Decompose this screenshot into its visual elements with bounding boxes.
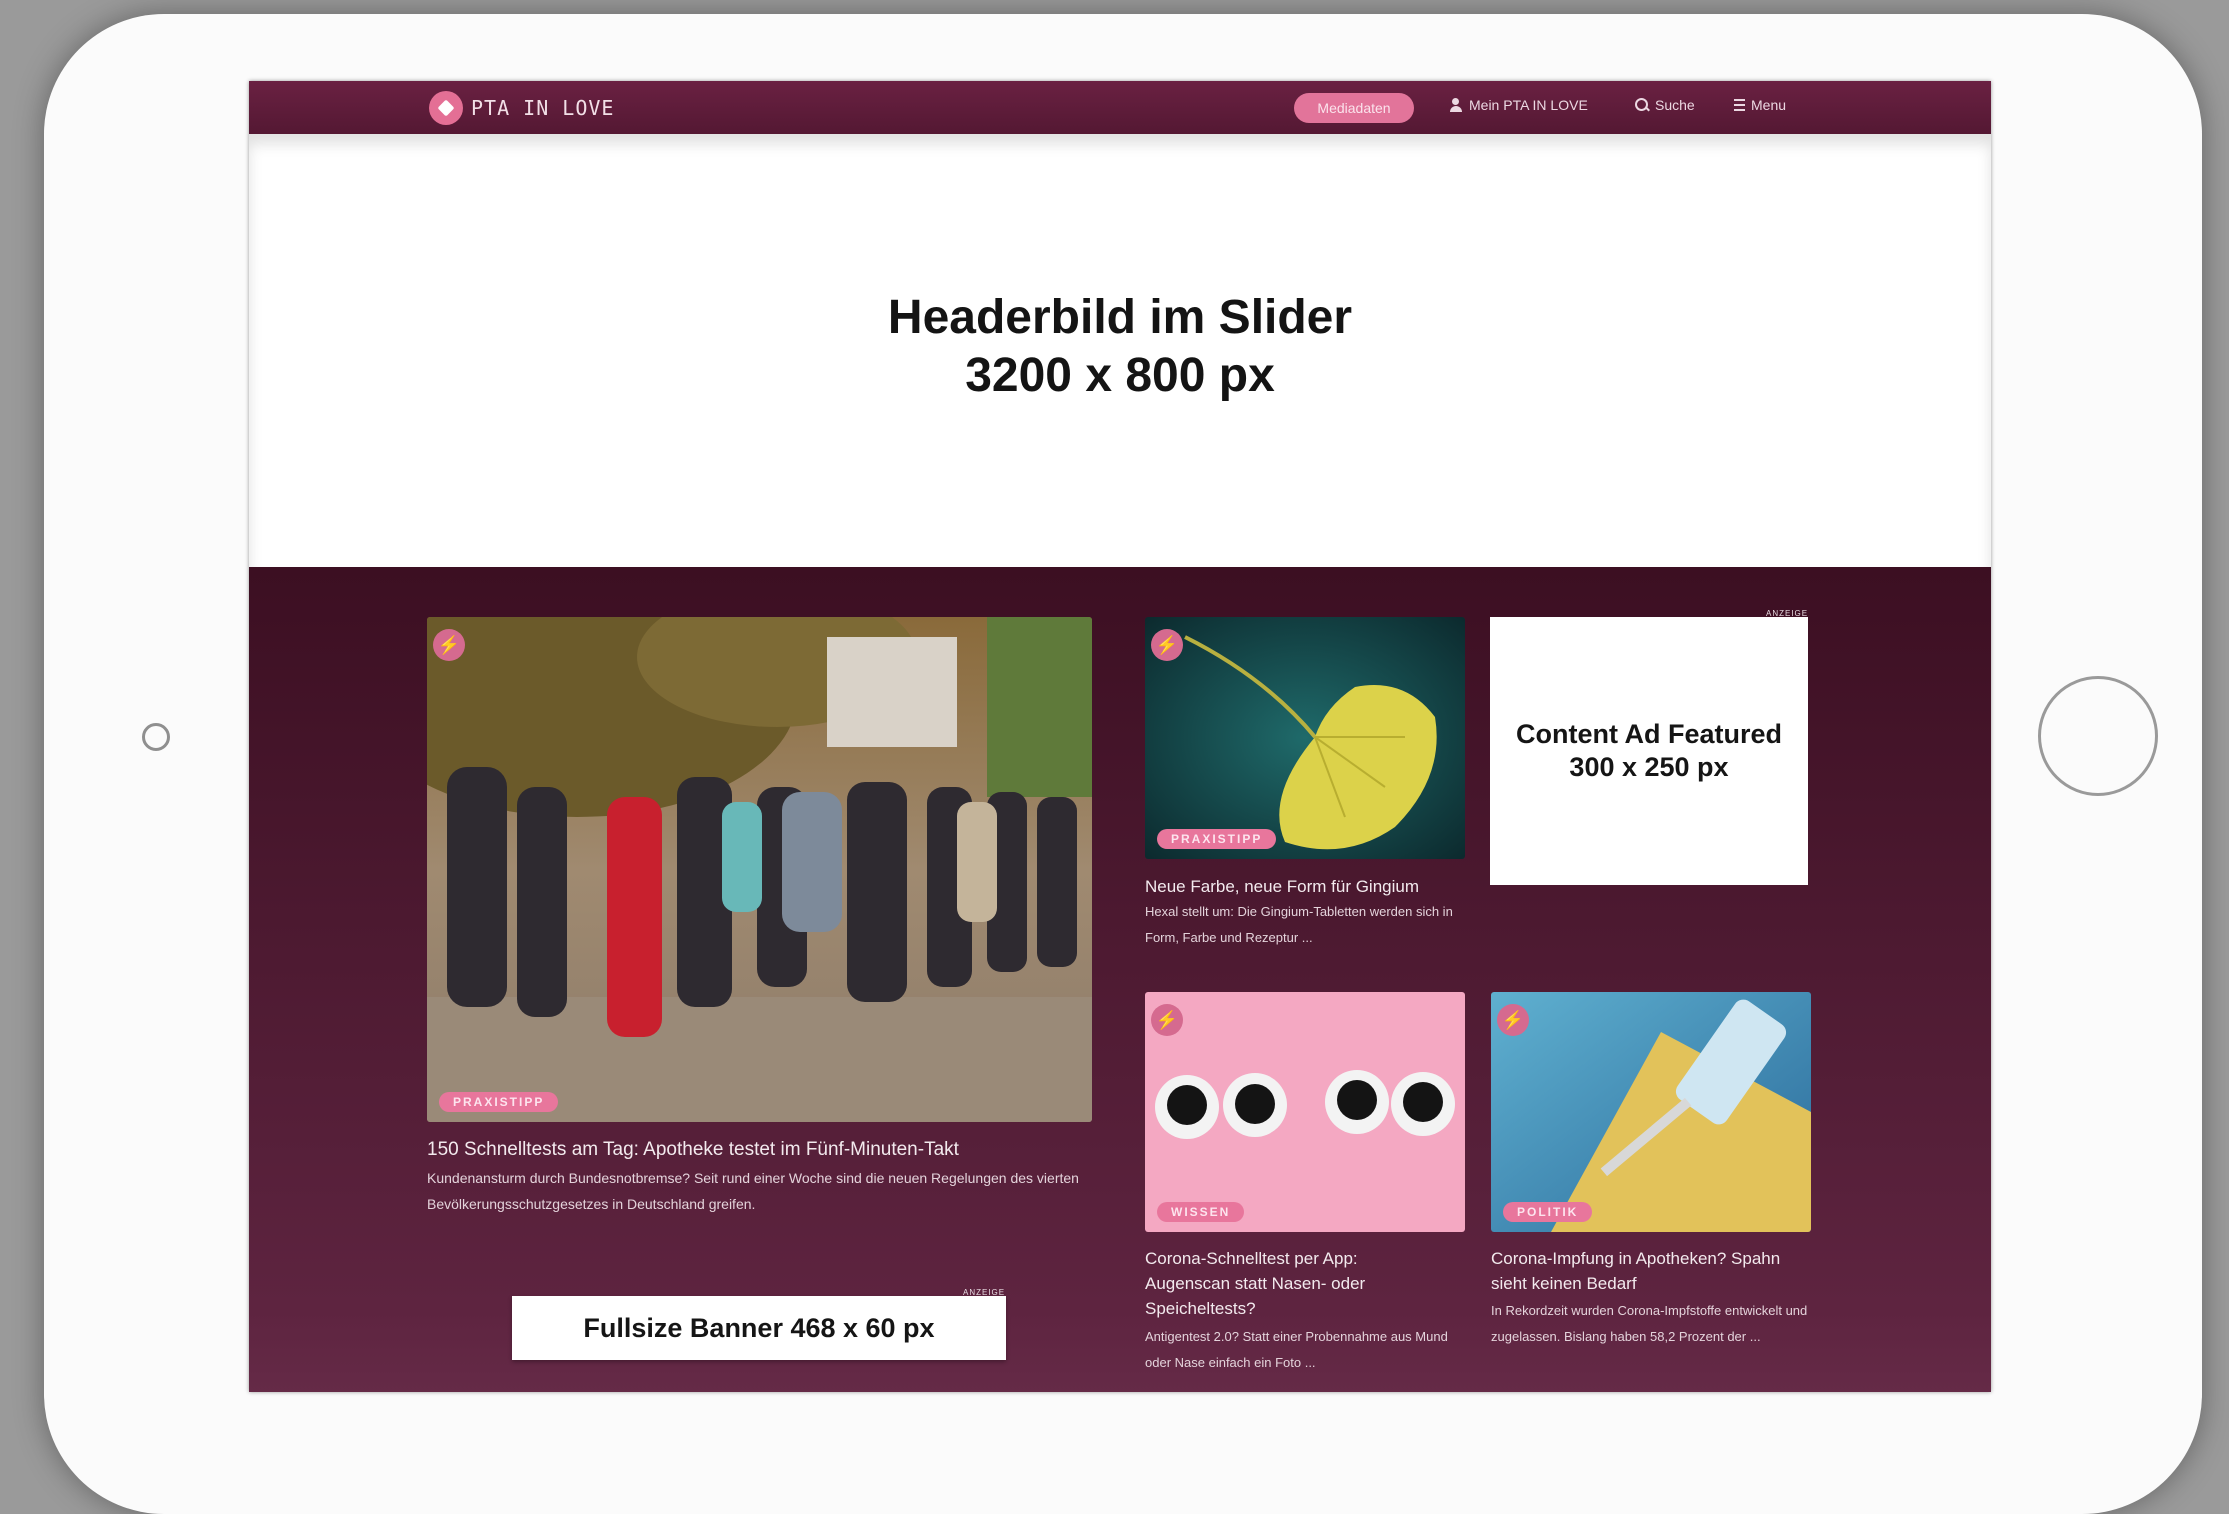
queue-photo xyxy=(427,617,1092,1122)
article-title[interactable]: Corona-Schnelltest per App: Augenscan st… xyxy=(1145,1246,1445,1321)
article-tag[interactable]: PRAXISTIPP xyxy=(1157,829,1277,849)
logo-text: PTA IN LOVE xyxy=(471,96,615,120)
article-title[interactable]: 150 Schnelltests am Tag: Apotheke testet… xyxy=(427,1137,1092,1162)
content-ad-line-2: 300 x 250 px xyxy=(1569,752,1729,782)
article-title[interactable]: Neue Farbe, neue Form für Gingium xyxy=(1145,874,1465,899)
fullsize-banner-ad[interactable]: Fullsize Banner 468 x 60 px xyxy=(512,1296,1006,1360)
nav-menu-label: Menu xyxy=(1751,97,1787,113)
article-image-vaccine[interactable] xyxy=(1491,992,1811,1232)
search-icon xyxy=(1635,98,1649,112)
nav-account-link[interactable]: Mein PTA IN LOVE xyxy=(1449,97,1588,113)
article-card-impfung[interactable]: ⚡ POLITIK Corona-Impfung in Apotheken? S… xyxy=(1491,992,1811,1392)
article-image-eyes[interactable] xyxy=(1145,992,1465,1232)
article-tag[interactable]: POLITIK xyxy=(1503,1202,1593,1222)
mediadaten-button[interactable]: Mediadaten xyxy=(1294,93,1414,123)
article-card-gingium[interactable]: ⚡ PRAXISTIPP Neue Farbe, neue Form für G… xyxy=(1145,617,1465,977)
bolt-icon: ⚡ xyxy=(433,629,465,661)
nav-search-link[interactable]: Suche xyxy=(1635,97,1695,113)
featured-articles-section: ⚡ PRAXISTIPP 150 Schnelltests am Tag: Ap… xyxy=(249,567,1991,1392)
nav-menu-link[interactable]: Menu xyxy=(1734,97,1786,113)
top-navbar: PTA IN LOVE Mediadaten Mein PTA IN LOVE … xyxy=(249,81,1991,134)
article-tag[interactable]: PRAXISTIPP xyxy=(439,1092,559,1112)
tablet-screen: PTA IN LOVE Mediadaten Mein PTA IN LOVE … xyxy=(249,81,1991,1392)
article-image-queue[interactable] xyxy=(427,617,1092,1122)
tablet-home-button[interactable] xyxy=(2038,676,2158,796)
content-ad-text: Content Ad Featured 300 x 250 px xyxy=(1516,718,1782,784)
fullsize-banner-text: Fullsize Banner 468 x 60 px xyxy=(583,1312,935,1343)
googly-eyes-photo xyxy=(1145,992,1465,1232)
article-title[interactable]: Corona-Impfung in Apotheken? Spahn sieht… xyxy=(1491,1246,1801,1296)
ginkgo-photo xyxy=(1145,617,1465,859)
article-tag[interactable]: WISSEN xyxy=(1157,1202,1245,1222)
content-ad-featured[interactable]: Content Ad Featured 300 x 250 px xyxy=(1490,617,1808,885)
slider-line-2: 3200 x 800 px xyxy=(965,349,1275,402)
header-slider[interactable]: Headerbild im Slider 3200 x 800 px xyxy=(249,134,1991,567)
content-ad-line-1: Content Ad Featured xyxy=(1516,719,1782,749)
bolt-icon: ⚡ xyxy=(1151,629,1183,661)
article-excerpt: Antigentest 2.0? Statt einer Probennahme… xyxy=(1145,1329,1448,1370)
nav-account-label: Mein PTA IN LOVE xyxy=(1469,97,1588,113)
menu-icon xyxy=(1734,99,1745,111)
article-image-ginkgo[interactable] xyxy=(1145,617,1465,859)
heart-logo-icon xyxy=(429,91,463,125)
article-card-augenscan[interactable]: ⚡ WISSEN Corona-Schnelltest per App: Aug… xyxy=(1145,992,1465,1392)
nav-search-label: Suche xyxy=(1655,97,1695,113)
slider-placeholder-text: Headerbild im Slider 3200 x 800 px xyxy=(249,289,1991,405)
slider-line-1: Headerbild im Slider xyxy=(887,291,1353,344)
tablet-camera xyxy=(142,723,170,751)
article-excerpt: Kundenansturm durch Bundesnotbremse? Sei… xyxy=(427,1170,1079,1212)
bolt-icon: ⚡ xyxy=(1151,1004,1183,1036)
article-excerpt: Hexal stellt um: Die Gingium-Tabletten w… xyxy=(1145,904,1453,945)
site-logo[interactable]: PTA IN LOVE xyxy=(429,91,614,125)
user-icon xyxy=(1449,98,1463,112)
article-card-main[interactable]: ⚡ PRAXISTIPP 150 Schnelltests am Tag: Ap… xyxy=(427,617,1092,1237)
bolt-icon: ⚡ xyxy=(1497,1004,1529,1036)
vaccine-photo xyxy=(1491,992,1811,1232)
article-excerpt: In Rekordzeit wurden Corona-Impfstoffe e… xyxy=(1491,1303,1808,1344)
